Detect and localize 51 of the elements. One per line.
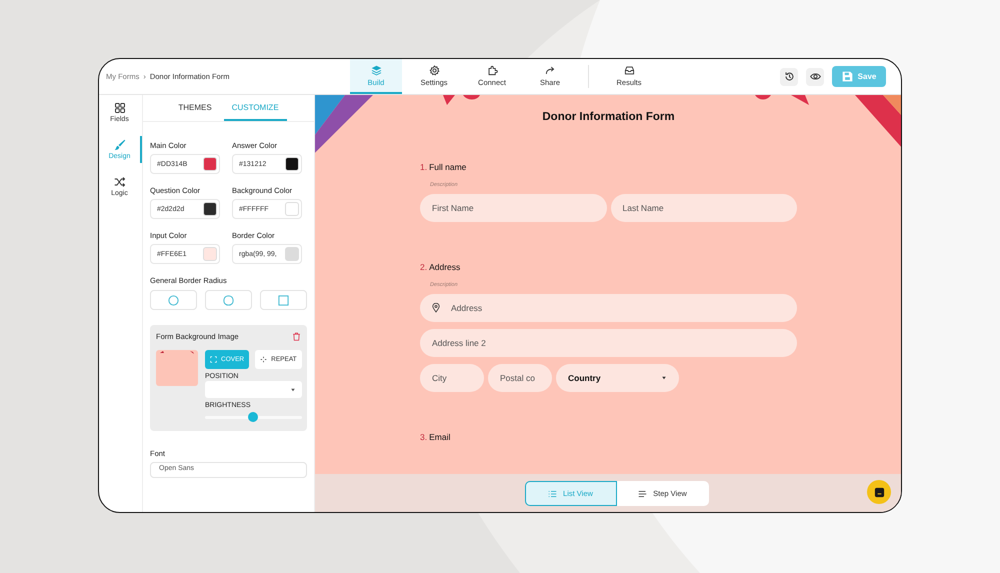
input-field[interactable]: Last Name xyxy=(610,194,797,222)
question-number: 1. xyxy=(420,162,428,172)
color-swatch[interactable] xyxy=(285,157,299,171)
gear-icon xyxy=(428,64,440,76)
puzzle-icon xyxy=(486,64,498,76)
circle-icon xyxy=(168,294,179,306)
history-button[interactable] xyxy=(780,68,798,86)
color-swatch[interactable] xyxy=(203,202,217,216)
slider-thumb[interactable] xyxy=(248,412,258,422)
history-icon xyxy=(784,71,794,82)
input-field[interactable]: First Name xyxy=(420,194,606,222)
address-field[interactable]: Address xyxy=(420,294,797,322)
question-label: Email xyxy=(429,432,450,442)
shuffle-icon xyxy=(114,176,126,188)
chat-icon xyxy=(874,486,884,498)
question-label: Full name xyxy=(429,162,466,172)
form-title: Donor Information Form xyxy=(541,111,676,123)
preview-button[interactable] xyxy=(806,68,824,86)
eye-icon xyxy=(810,71,820,82)
radius-option[interactable] xyxy=(205,290,252,310)
brightness-slider[interactable] xyxy=(205,412,302,422)
grid-icon xyxy=(114,102,126,114)
crosshair-icon xyxy=(260,356,268,363)
radius-option[interactable] xyxy=(260,290,307,310)
question-label: Address xyxy=(429,262,460,272)
radius-option[interactable] xyxy=(150,290,197,310)
color-swatch[interactable] xyxy=(203,157,217,171)
country-select[interactable]: Country xyxy=(556,364,679,392)
list-icon xyxy=(548,490,558,498)
color-swatch[interactable] xyxy=(203,247,217,261)
color-swatch[interactable] xyxy=(285,247,299,261)
input-field[interactable]: City xyxy=(420,364,484,392)
square-icon xyxy=(278,294,289,306)
tray-icon xyxy=(624,64,634,76)
share-icon xyxy=(544,64,556,76)
location-pin-icon xyxy=(432,303,440,313)
question-number: 3. xyxy=(420,432,428,442)
layers-icon xyxy=(370,64,382,76)
panel-tab[interactable]: THEMES xyxy=(170,95,220,121)
rounded-square-icon xyxy=(223,294,234,306)
input-field[interactable]: Postal co xyxy=(488,364,552,392)
brush-icon xyxy=(114,139,126,151)
caret-icon xyxy=(661,375,667,381)
image-thumbnail xyxy=(156,350,198,386)
lines-icon xyxy=(638,490,648,498)
question-number: 2. xyxy=(420,262,428,272)
color-swatch[interactable] xyxy=(285,202,299,216)
input-field[interactable]: Address line 2 xyxy=(420,329,797,357)
caret-icon xyxy=(290,386,296,392)
trash-icon[interactable] xyxy=(292,332,301,341)
corners-icon xyxy=(210,356,217,363)
